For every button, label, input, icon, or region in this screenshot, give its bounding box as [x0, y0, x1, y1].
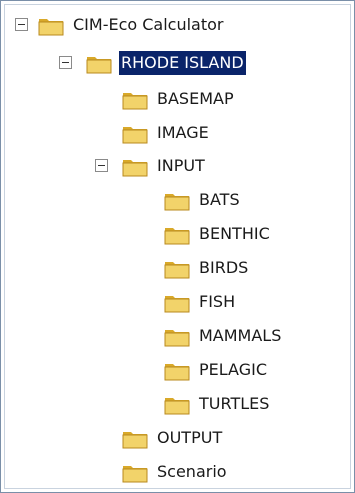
tree-node-mammals[interactable]: MAMMALS — [1, 322, 321, 350]
tree-node-rhode-island[interactable]: RHODE ISLAND — [1, 49, 301, 77]
folder-icon — [164, 296, 190, 313]
tree-node-bats[interactable]: BATS — [1, 186, 321, 214]
tree-node-scenario[interactable]: Scenario — [1, 458, 301, 486]
folder-icon — [122, 160, 148, 177]
tree-label-output: OUTPUT — [157, 428, 223, 447]
tree-label-mammals: MAMMALS — [199, 326, 282, 345]
folder-icon — [164, 228, 190, 245]
folder-icon — [164, 330, 190, 347]
folder-icon — [164, 398, 190, 415]
tree-label-bats: BATS — [199, 190, 240, 209]
tree-node-input[interactable]: INPUT — [1, 152, 301, 180]
folder-icon — [164, 364, 190, 381]
folder-icon — [38, 19, 64, 36]
tree-view-panel: CIM-Eco Calculator RHODE ISLAND BASEMAP … — [0, 0, 355, 493]
tree-label-turtles: TURTLES — [199, 394, 270, 413]
tree-label-rhode-island: RHODE ISLAND — [119, 51, 246, 75]
tree-label-input: INPUT — [157, 156, 205, 175]
tree-label-pelagic: PELAGIC — [199, 360, 267, 379]
folder-icon — [122, 432, 148, 449]
tree-label-scenario: Scenario — [157, 462, 227, 481]
tree-label-benthic: BENTHIC — [199, 224, 270, 243]
tree-label-fish: FISH — [199, 292, 236, 311]
tree-label-basemap: BASEMAP — [157, 89, 234, 108]
folder-icon — [122, 127, 148, 144]
collapse-input-icon[interactable] — [95, 159, 108, 172]
folder-icon — [122, 466, 148, 483]
tree-node-birds[interactable]: BIRDS — [1, 254, 321, 282]
tree-label-root: CIM-Eco Calculator — [73, 15, 224, 34]
tree-node-fish[interactable]: FISH — [1, 288, 321, 316]
collapse-rhode-island-icon[interactable] — [59, 56, 72, 69]
folder-icon — [164, 262, 190, 279]
tree-node-benthic[interactable]: BENTHIC — [1, 220, 321, 248]
folder-icon — [122, 93, 148, 110]
folder-icon — [86, 57, 112, 74]
collapse-root-icon[interactable] — [15, 18, 28, 31]
tree-label-birds: BIRDS — [199, 258, 249, 277]
tree-node-pelagic[interactable]: PELAGIC — [1, 356, 321, 384]
tree-node-output[interactable]: OUTPUT — [1, 424, 301, 452]
tree-node-turtles[interactable]: TURTLES — [1, 390, 321, 418]
tree-node-root[interactable]: CIM-Eco Calculator — [1, 11, 301, 39]
folder-icon — [164, 194, 190, 211]
tree-label-image: IMAGE — [157, 123, 209, 142]
tree-node-basemap[interactable]: BASEMAP — [1, 85, 301, 113]
tree-node-image[interactable]: IMAGE — [1, 119, 301, 147]
